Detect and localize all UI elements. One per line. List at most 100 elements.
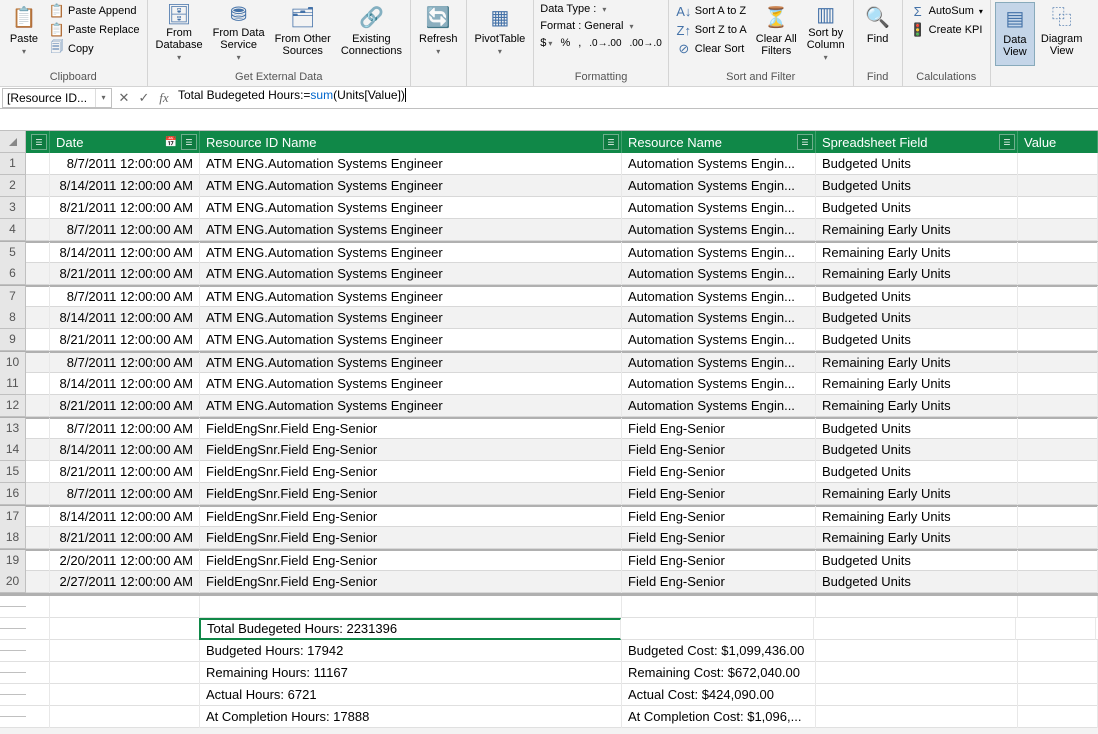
cell-resource-name[interactable]: Field Eng-Senior xyxy=(622,550,816,572)
cell-value[interactable] xyxy=(1018,483,1098,505)
cell-date[interactable]: 8/14/2011 12:00:00 AM xyxy=(50,373,200,395)
cell-value[interactable] xyxy=(1018,263,1098,285)
cell-resource-name[interactable]: Automation Systems Engin... xyxy=(622,153,816,175)
cell-blank[interactable] xyxy=(26,175,50,197)
cell-spreadsheet-field[interactable]: Remaining Early Units xyxy=(816,395,1018,417)
decrease-decimal-button[interactable]: .00→.0 xyxy=(630,38,662,49)
table-row[interactable]: 158/21/2011 12:00:00 AMFieldEngSnr.Field… xyxy=(0,461,1098,483)
cell-date[interactable]: 8/7/2011 12:00:00 AM xyxy=(50,418,200,440)
cell-date[interactable]: 8/14/2011 12:00:00 AM xyxy=(50,307,200,329)
cell-spreadsheet-field[interactable]: Remaining Early Units xyxy=(816,263,1018,285)
cell-spreadsheet-field[interactable]: Remaining Early Units xyxy=(816,483,1018,505)
cell-date[interactable]: 8/14/2011 12:00:00 AM xyxy=(50,242,200,264)
cell-spreadsheet-field[interactable]: Budgeted Units xyxy=(816,439,1018,461)
table-row[interactable]: 38/21/2011 12:00:00 AMATM ENG.Automation… xyxy=(0,197,1098,219)
cell-resource-name[interactable]: Field Eng-Senior xyxy=(622,483,816,505)
refresh-button[interactable]: 🔄 Refresh ▾ xyxy=(415,2,462,66)
paste-append-button[interactable]: 📋 Paste Append xyxy=(46,2,143,20)
cell-spreadsheet-field[interactable]: Remaining Early Units xyxy=(816,373,1018,395)
cell-resource-name[interactable]: Automation Systems Engin... xyxy=(622,219,816,241)
table-row[interactable]: 68/21/2011 12:00:00 AMATM ENG.Automation… xyxy=(0,263,1098,285)
cell-spreadsheet-field[interactable]: Remaining Early Units xyxy=(816,527,1018,549)
cell-blank[interactable] xyxy=(26,395,50,417)
cell-spreadsheet-field[interactable]: Budgeted Units xyxy=(816,571,1018,593)
cell-resource-id[interactable]: ATM ENG.Automation Systems Engineer xyxy=(200,219,622,241)
cell-value[interactable] xyxy=(1018,571,1098,593)
cell-resource-name[interactable]: Automation Systems Engin... xyxy=(622,373,816,395)
cell-resource-name[interactable]: Field Eng-Senior xyxy=(622,571,816,593)
measure-remaining-cost[interactable]: Remaining Cost: $672,040.00 xyxy=(622,662,816,684)
autosum-button[interactable]: ΣAutoSum▾ xyxy=(907,2,986,20)
filter-dropdown-icon[interactable]: ☰ xyxy=(31,134,47,150)
header-value[interactable]: Value xyxy=(1018,131,1098,153)
sort-by-column-button[interactable]: ▥ Sort by Column ▾ xyxy=(803,2,849,66)
cell-resource-id[interactable]: ATM ENG.Automation Systems Engineer xyxy=(200,286,622,308)
cell-value[interactable] xyxy=(1018,242,1098,264)
from-other-sources-button[interactable]: 🗂 From Other Sources xyxy=(271,2,335,66)
cell-resource-name[interactable]: Automation Systems Engin... xyxy=(622,286,816,308)
format-dropdown[interactable]: Format : General ▾ xyxy=(538,19,663,33)
cell-resource-name[interactable]: Automation Systems Engin... xyxy=(622,263,816,285)
row-header[interactable]: 7 xyxy=(0,286,26,308)
header-blank[interactable]: ☰ xyxy=(26,131,50,153)
cell-spreadsheet-field[interactable]: Budgeted Units xyxy=(816,175,1018,197)
cell-resource-id[interactable]: ATM ENG.Automation Systems Engineer xyxy=(200,153,622,175)
copy-button[interactable]: 🗐 Copy xyxy=(46,40,143,58)
cell-resource-id[interactable]: ATM ENG.Automation Systems Engineer xyxy=(200,197,622,219)
diagram-view-button[interactable]: ⿻ Diagram View xyxy=(1037,2,1087,66)
cell-resource-id[interactable]: ATM ENG.Automation Systems Engineer xyxy=(200,373,622,395)
currency-button[interactable]: $▾ xyxy=(540,37,552,49)
cell-date[interactable]: 2/20/2011 12:00:00 AM xyxy=(50,550,200,572)
cell-resource-name[interactable]: Automation Systems Engin... xyxy=(622,197,816,219)
cell-value[interactable] xyxy=(1018,395,1098,417)
cell-value[interactable] xyxy=(1018,461,1098,483)
cell-resource-name[interactable]: Field Eng-Senior xyxy=(622,461,816,483)
existing-connections-button[interactable]: 🔗 Existing Connections xyxy=(337,2,406,66)
cell-resource-name[interactable]: Field Eng-Senior xyxy=(622,527,816,549)
cell-blank[interactable] xyxy=(26,242,50,264)
data-type-dropdown[interactable]: Data Type : ▾ xyxy=(538,2,663,16)
table-row[interactable]: 58/14/2011 12:00:00 AMATM ENG.Automation… xyxy=(0,241,1098,263)
cell-resource-id[interactable]: FieldEngSnr.Field Eng-Senior xyxy=(200,527,622,549)
table-row[interactable]: 118/14/2011 12:00:00 AMATM ENG.Automatio… xyxy=(0,373,1098,395)
from-database-button[interactable]: 🗄 From Database ▾ xyxy=(152,2,207,66)
cell-blank[interactable] xyxy=(26,527,50,549)
measure-completion-cost[interactable]: At Completion Cost: $1,096,... xyxy=(622,706,816,728)
cell-resource-id[interactable]: FieldEngSnr.Field Eng-Senior xyxy=(200,418,622,440)
table-row[interactable]: 202/27/2011 12:00:00 AMFieldEngSnr.Field… xyxy=(0,571,1098,593)
cell-value[interactable] xyxy=(1018,197,1098,219)
measure-remaining-hours[interactable]: Remaining Hours: 11167 xyxy=(200,662,622,684)
cell-value[interactable] xyxy=(1018,329,1098,351)
table-row[interactable]: 192/20/2011 12:00:00 AMFieldEngSnr.Field… xyxy=(0,549,1098,571)
cell-resource-id[interactable]: FieldEngSnr.Field Eng-Senior xyxy=(200,506,622,528)
row-header[interactable]: 10 xyxy=(0,352,26,374)
row-header[interactable]: 14 xyxy=(0,439,26,461)
header-resource-name[interactable]: Resource Name ☰ xyxy=(622,131,816,153)
row-header[interactable]: 4 xyxy=(0,219,26,241)
clear-sort-button[interactable]: ⊘Clear Sort xyxy=(673,40,750,58)
row-header[interactable]: 18 xyxy=(0,527,26,549)
cell-blank[interactable] xyxy=(26,373,50,395)
select-all-corner[interactable] xyxy=(0,131,26,153)
clear-filters-button[interactable]: ⏳ Clear All Filters xyxy=(752,2,801,66)
cell-spreadsheet-field[interactable]: Budgeted Units xyxy=(816,418,1018,440)
from-data-service-button[interactable]: ⛃ From Data Service ▾ xyxy=(209,2,269,66)
cell-value[interactable] xyxy=(1018,439,1098,461)
table-row[interactable]: 13 8/7/2011 12:00:00 AMFieldEngSnr.Field … xyxy=(0,417,1098,439)
cell-resource-name[interactable]: Automation Systems Engin... xyxy=(622,307,816,329)
cell-date[interactable]: 8/7/2011 12:00:00 AM xyxy=(50,219,200,241)
measure-actual-cost[interactable]: Actual Cost: $424,090.00 xyxy=(622,684,816,706)
cell-resource-name[interactable]: Automation Systems Engin... xyxy=(622,242,816,264)
row-header[interactable]: 8 xyxy=(0,307,26,329)
row-header[interactable]: 19 xyxy=(0,550,26,572)
cell-blank[interactable] xyxy=(26,329,50,351)
measure-completion-hours[interactable]: At Completion Hours: 17888 xyxy=(200,706,622,728)
cell-date[interactable]: 8/21/2011 12:00:00 AM xyxy=(50,527,200,549)
cell-resource-name[interactable]: Field Eng-Senior xyxy=(622,418,816,440)
cell-resource-id[interactable]: ATM ENG.Automation Systems Engineer xyxy=(200,329,622,351)
row-header[interactable]: 13 xyxy=(0,418,26,440)
cancel-formula-button[interactable]: ✕ xyxy=(114,90,134,106)
cell-value[interactable] xyxy=(1018,373,1098,395)
cell-date[interactable]: 8/7/2011 12:00:00 AM xyxy=(50,352,200,374)
cell-resource-name[interactable]: Field Eng-Senior xyxy=(622,506,816,528)
